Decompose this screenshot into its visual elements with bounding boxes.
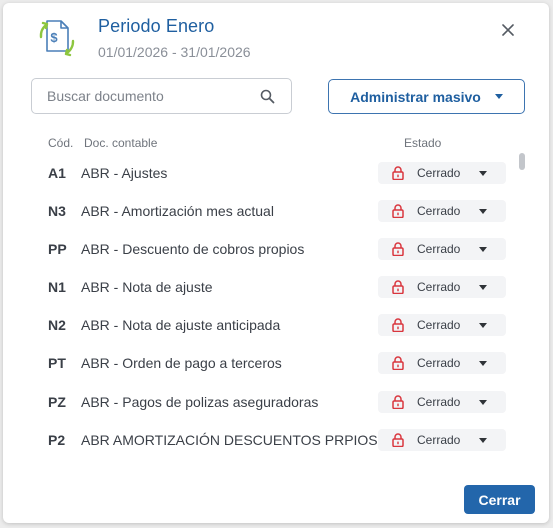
chevron-down-icon xyxy=(494,94,503,99)
mass-admin-label: Administrar masivo xyxy=(350,88,481,105)
row-code: N3 xyxy=(48,203,66,219)
row-document: ABR - Amortización mes actual xyxy=(81,203,274,219)
row-document: ABR AMORTIZACIÓN DESCUENTOS PRPIOS xyxy=(81,432,378,448)
chevron-down-icon xyxy=(479,323,487,328)
row-code: N2 xyxy=(48,317,66,333)
chevron-down-icon xyxy=(479,285,487,290)
column-header-doc: Doc. contable xyxy=(84,136,158,150)
row-document: ABR - Descuento de cobros propios xyxy=(81,241,305,257)
status-label: Cerrado xyxy=(417,395,461,409)
row-document: ABR - Nota de ajuste anticipada xyxy=(81,317,281,333)
table-row: PP ABR - Descuento de cobros propios Cer… xyxy=(3,230,523,268)
lock-icon xyxy=(392,166,404,180)
row-code: A1 xyxy=(48,165,66,181)
close-button[interactable]: Cerrar xyxy=(464,485,535,514)
row-code: P2 xyxy=(48,432,66,448)
search-field xyxy=(31,78,292,114)
status-dropdown[interactable]: Cerrado xyxy=(378,429,506,451)
status-dropdown[interactable]: Cerrado xyxy=(378,276,506,298)
column-header-estado: Estado xyxy=(404,136,442,150)
lock-icon xyxy=(392,204,404,218)
table-row: N2 ABR - Nota de ajuste anticipada Cerra… xyxy=(3,306,523,344)
status-dropdown[interactable]: Cerrado xyxy=(378,314,506,336)
chevron-down-icon xyxy=(479,361,487,366)
lock-icon xyxy=(392,242,404,256)
status-label: Cerrado xyxy=(417,242,461,256)
table-row: PZ ABR - Pagos de polizas aseguradoras C… xyxy=(3,383,523,421)
lock-icon xyxy=(392,433,404,447)
row-code: PT xyxy=(48,355,66,371)
table-row: N1 ABR - Nota de ajuste Cerrado xyxy=(3,268,523,306)
row-document: ABR - Pagos de polizas aseguradoras xyxy=(81,394,319,410)
lock-icon xyxy=(392,280,404,294)
search-input[interactable] xyxy=(47,88,247,104)
table-row: PT ABR - Orden de pago a terceros Cerrad… xyxy=(3,344,523,382)
table-row: A1 ABR - Ajustes Cerrado xyxy=(3,154,523,192)
status-label: Cerrado xyxy=(417,166,461,180)
chevron-down-icon xyxy=(479,171,487,176)
lock-icon xyxy=(392,318,404,332)
document-money-sync-icon: $ xyxy=(39,20,75,57)
dialog-title: Periodo Enero xyxy=(98,16,215,36)
table-row: N3 ABR - Amortización mes actual Cerrado xyxy=(3,192,523,230)
mass-admin-button[interactable]: Administrar masivo xyxy=(328,79,525,114)
lock-icon xyxy=(392,395,404,409)
row-document: ABR - Ajustes xyxy=(81,165,168,181)
row-code: PZ xyxy=(48,394,66,410)
table-row: P2 ABR AMORTIZACIÓN DESCUENTOS PRPIOS Ce… xyxy=(3,421,523,459)
status-dropdown[interactable]: Cerrado xyxy=(378,238,506,260)
chevron-down-icon xyxy=(479,209,487,214)
row-document: ABR - Nota de ajuste xyxy=(81,279,213,295)
column-header-cod: Cód. xyxy=(48,136,74,150)
status-dropdown[interactable]: Cerrado xyxy=(378,162,506,184)
status-label: Cerrado xyxy=(417,204,461,218)
svg-text:$: $ xyxy=(50,30,58,45)
row-code: N1 xyxy=(48,279,66,295)
status-dropdown[interactable]: Cerrado xyxy=(378,391,506,413)
row-code: PP xyxy=(48,241,67,257)
search-icon[interactable] xyxy=(260,89,275,104)
date-range: 01/01/2026 - 31/01/2026 xyxy=(98,44,251,60)
status-dropdown[interactable]: Cerrado xyxy=(378,200,506,222)
chevron-down-icon xyxy=(479,247,487,252)
status-label: Cerrado xyxy=(417,280,461,294)
row-document: ABR - Orden de pago a terceros xyxy=(81,355,282,371)
chevron-down-icon xyxy=(479,400,487,405)
status-label: Cerrado xyxy=(417,318,461,332)
status-label: Cerrado xyxy=(417,356,461,370)
status-label: Cerrado xyxy=(417,433,461,447)
period-dialog: $ Periodo Enero 01/01/2026 - 31/01/2026 … xyxy=(3,3,549,523)
chevron-down-icon xyxy=(479,438,487,443)
lock-icon xyxy=(392,356,404,370)
status-dropdown[interactable]: Cerrado xyxy=(378,352,506,374)
close-icon[interactable] xyxy=(496,18,520,42)
